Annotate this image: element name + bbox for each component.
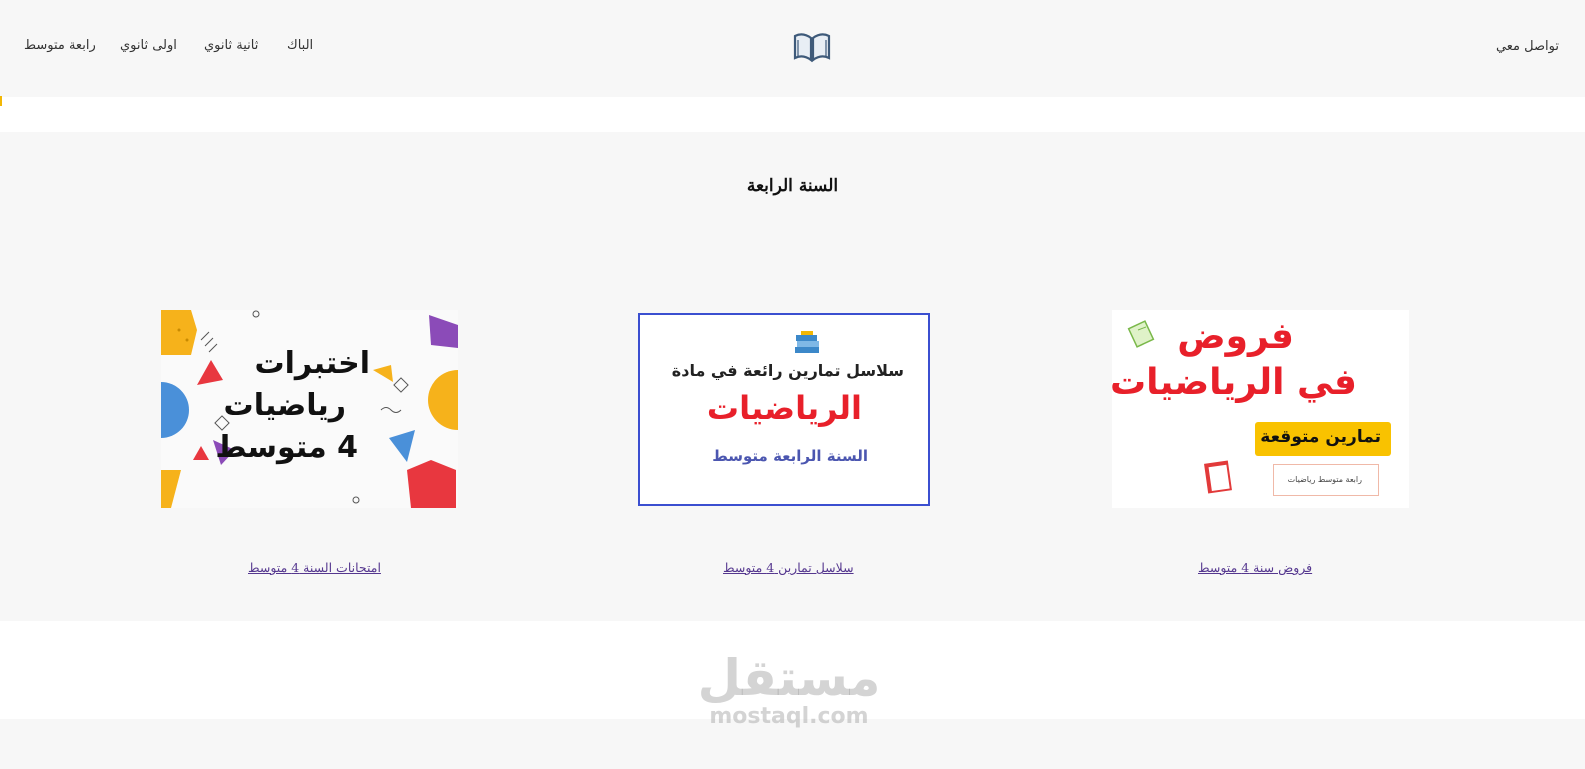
red-book-icon <box>1200 458 1240 502</box>
accent-mark <box>0 96 2 106</box>
exams-image-line-3: 4 متوسط <box>215 430 358 465</box>
fourth-year-section: السنة الرابعة اختبرات رياضيات 4 متوسط ام <box>0 132 1585 621</box>
series-card-image[interactable]: سلاسل تمارين رائعة في مادة الرياضيات الس… <box>638 313 930 506</box>
tests-image-line-1: فروض <box>1177 316 1294 357</box>
series-link[interactable]: سلاسل تمارين 4 متوسط <box>723 560 854 575</box>
notebook-icon <box>1126 318 1158 352</box>
series-image-line-1: سلاسل تمارين رائعة في مادة <box>671 361 904 380</box>
nav-item-first-secondary[interactable]: اولى ثانوي <box>120 38 177 53</box>
tests-image-line-2: في الرياضيات <box>1112 362 1357 403</box>
series-image-line-3: السنة الرابعة متوسط <box>712 447 868 465</box>
tests-card-image[interactable]: فروض في الرياضيات تمارين متوقعة رابعة مت… <box>1112 310 1409 508</box>
exams-link[interactable]: امتحانات السنة 4 متوسط <box>248 560 381 575</box>
tests-image-caption-box: رابعة متوسط رياضيات <box>1273 464 1379 496</box>
nav-item-second-secondary[interactable]: ثانية ثانوي <box>204 38 258 53</box>
tests-link[interactable]: فروض سنة 4 متوسط <box>1198 560 1312 575</box>
exams-card-image[interactable]: اختبرات رياضيات 4 متوسط <box>161 310 458 508</box>
tests-image-caption: رابعة متوسط رياضيات <box>1287 475 1362 484</box>
nav-item-fourth-middle[interactable]: رابعة متوسط <box>24 38 96 53</box>
exams-image-line-1: اختبرات <box>254 346 371 381</box>
mostaql-watermark: مستقل mostaql.com <box>689 648 889 729</box>
contact-link[interactable]: تواصل معي <box>1496 39 1559 54</box>
open-book-icon[interactable] <box>792 30 832 64</box>
section-title: السنة الرابعة <box>746 176 839 196</box>
watermark-latin: mostaql.com <box>709 704 869 729</box>
series-image-line-2: الرياضيات <box>706 389 862 427</box>
expected-exercises-badge: تمارين متوقعة <box>1255 422 1391 456</box>
tests-image-badge-text: تمارين متوقعة <box>1260 427 1381 447</box>
books-icon <box>792 331 822 359</box>
nav-item-bac[interactable]: الباك <box>287 38 313 53</box>
exams-image-line-2: رياضيات <box>223 388 346 423</box>
site-header: رابعة متوسط اولى ثانوي ثانية ثانوي الباك… <box>0 0 1585 97</box>
watermark-arabic: مستقل <box>697 649 881 707</box>
